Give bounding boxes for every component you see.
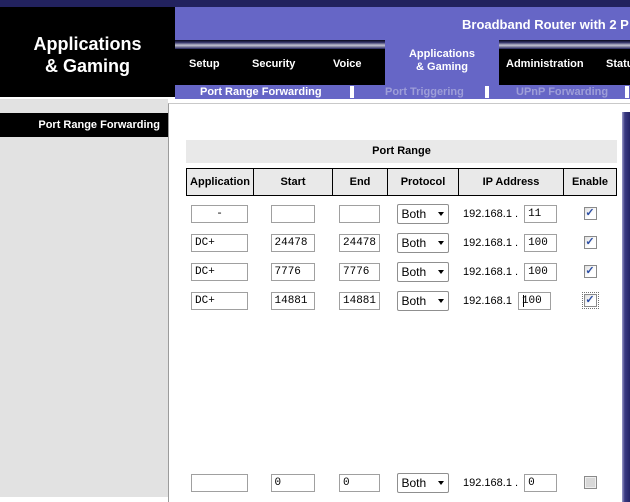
end-port-input[interactable]	[339, 263, 380, 281]
logo-line2: & Gaming	[0, 55, 175, 77]
table-gap	[186, 315, 617, 468]
table-row: Both 192.168.1 . ✓	[186, 257, 617, 286]
subnav: Port Range Forwarding Port Triggering UP…	[175, 85, 630, 99]
start-port-input[interactable]	[271, 263, 315, 281]
ip-prefix: 192.168.1 .	[463, 477, 518, 489]
tab-voice[interactable]: Voice	[333, 58, 362, 70]
start-port-input[interactable]	[271, 474, 315, 492]
router-admin-page: Applications & Gaming Broadband Router w…	[0, 0, 630, 502]
dropdown-arrow-icon	[438, 212, 444, 216]
table-header-row: Application Start End Protocol IP Addres…	[186, 168, 617, 196]
application-input[interactable]	[191, 292, 248, 310]
subnav-upnp-forwarding[interactable]: UPnP Forwarding	[516, 85, 608, 99]
start-port-input[interactable]	[271, 205, 315, 223]
subnav-separator	[350, 86, 354, 98]
active-tab-line1: Applications	[385, 48, 499, 61]
application-input[interactable]	[191, 205, 248, 223]
protocol-select[interactable]: Both	[397, 204, 449, 224]
title-band: Broadband Router with 2 P	[175, 7, 630, 40]
ip-host-input[interactable]	[524, 474, 557, 492]
subnav-port-triggering[interactable]: Port Triggering	[385, 85, 464, 99]
enable-checkbox[interactable]: ✓	[584, 294, 597, 307]
table-body: Both 192.168.1 . ✓ Both	[186, 199, 617, 497]
protocol-value: Both	[402, 294, 427, 308]
application-input[interactable]	[191, 263, 248, 281]
tab-applications-gaming[interactable]: Applications & Gaming	[385, 40, 499, 85]
ip-prefix: 192.168.1 .	[463, 266, 518, 278]
enable-checkbox[interactable]: ✓	[584, 236, 597, 249]
protocol-select[interactable]: Both	[397, 473, 449, 493]
application-input[interactable]	[191, 234, 248, 252]
table-row: Both 192.168.1 . ✓	[186, 199, 617, 228]
col-header-protocol: Protocol	[387, 169, 458, 195]
table-row: Both 192.168.1 . ✓	[186, 228, 617, 257]
col-header-application: Application	[187, 169, 253, 195]
protocol-value: Both	[402, 265, 427, 279]
text-caret	[523, 295, 524, 307]
end-port-input[interactable]	[339, 234, 380, 252]
start-port-input[interactable]	[271, 234, 315, 252]
end-port-input[interactable]	[339, 292, 380, 310]
subnav-separator	[485, 86, 489, 98]
enable-checkbox[interactable]: ✓	[584, 265, 597, 278]
enable-checkbox[interactable]: ✓	[584, 207, 597, 220]
ip-host-input[interactable]	[524, 234, 557, 252]
router-model-title: Broadband Router with 2 P	[462, 17, 629, 32]
col-header-ip-address: IP Address	[458, 169, 563, 195]
protocol-value: Both	[402, 476, 427, 490]
application-input[interactable]	[191, 474, 248, 492]
ip-host-input[interactable]	[524, 263, 557, 281]
protocol-select[interactable]: Both	[397, 233, 449, 253]
col-header-end: End	[332, 169, 387, 195]
end-port-input[interactable]	[339, 474, 380, 492]
check-icon: ✓	[585, 294, 594, 307]
protocol-select[interactable]: Both	[397, 262, 449, 282]
check-icon: ✓	[585, 236, 594, 249]
right-edge-bar	[622, 112, 630, 502]
protocol-select[interactable]: Both	[397, 291, 449, 311]
check-icon: ✓	[585, 265, 594, 278]
active-tab-line2: & Gaming	[385, 61, 499, 74]
tab-status[interactable]: Status	[606, 58, 630, 70]
tab-security[interactable]: Security	[252, 58, 295, 70]
check-icon: ✓	[585, 207, 594, 220]
ip-host-input[interactable]	[524, 205, 557, 223]
table-row: Both 192.168.1 ✓	[186, 286, 617, 315]
tab-setup[interactable]: Setup	[189, 58, 220, 70]
dropdown-arrow-icon	[438, 241, 444, 245]
protocol-value: Both	[402, 207, 427, 221]
top-border-strip	[0, 0, 630, 7]
dropdown-arrow-icon	[438, 481, 444, 485]
subnav-separator	[625, 86, 629, 98]
table-title: Port Range	[186, 140, 617, 163]
protocol-value: Both	[402, 236, 427, 250]
col-header-start: Start	[253, 169, 332, 195]
enable-checkbox[interactable]	[584, 476, 597, 489]
brand-logo: Applications & Gaming	[0, 7, 175, 97]
start-port-input[interactable]	[271, 292, 315, 310]
ip-prefix: 192.168.1	[463, 295, 512, 307]
table-row-new-entry: Both 192.168.1 .	[186, 468, 617, 497]
subnav-port-range-forwarding[interactable]: Port Range Forwarding	[200, 85, 322, 99]
dropdown-arrow-icon	[438, 270, 444, 274]
ip-prefix: 192.168.1 .	[463, 208, 518, 220]
dropdown-arrow-icon	[438, 299, 444, 303]
sidebar	[0, 99, 168, 497]
end-port-input[interactable]	[339, 205, 380, 223]
port-range-table: Port Range Application Start End Protoco…	[186, 140, 617, 497]
sidebar-section-label: Port Range Forwarding	[0, 113, 168, 137]
ip-prefix: 192.168.1 .	[463, 237, 518, 249]
tab-administration[interactable]: Administration	[506, 58, 584, 70]
logo-line1: Applications	[0, 33, 175, 55]
col-header-enable: Enable	[563, 169, 616, 195]
